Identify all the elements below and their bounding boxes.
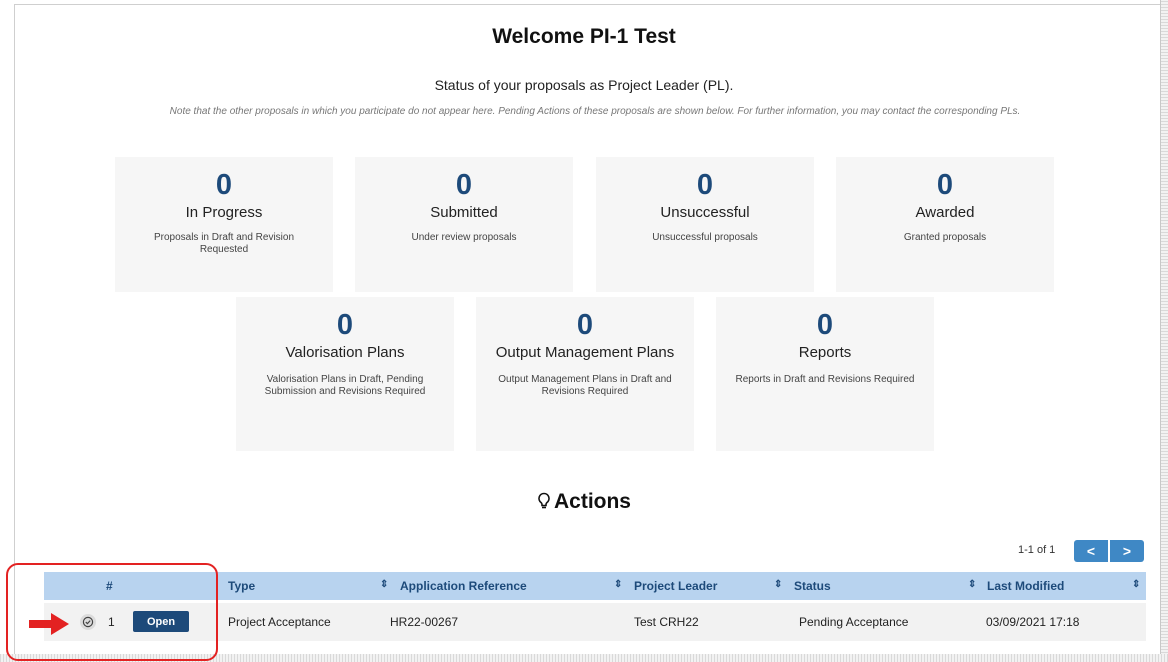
card-label: Submitted [430,204,498,221]
card-label: Unsuccessful [660,204,750,221]
pager-previous-button[interactable]: < [1074,540,1108,562]
row-status: Pending Acceptance [799,615,909,629]
card-unsuccessful[interactable]: 0 Unsuccessful Unsuccessful proposals [596,157,814,292]
arrow-right-icon [29,613,69,635]
card-description: Proposals in Draft and Revision Requeste… [153,232,295,255]
pager-range: 1-1 of 1 [1018,544,1056,556]
card-count: 0 [816,309,834,341]
card-valorisation-plans[interactable]: 0 Valorisation Plans Valorisation Plans … [236,297,454,451]
pager-next-button[interactable]: > [1110,540,1144,562]
column-header-type[interactable]: Type [228,579,255,593]
card-count: 0 [455,169,473,201]
sort-icon[interactable]: ⇕ [614,579,622,590]
card-label: Reports [798,344,852,361]
card-submitted[interactable]: 0 Submitted Under review proposals [355,157,573,292]
card-output-management-plans[interactable]: 0 Output Management Plans Output Managem… [476,297,694,451]
chevron-right-icon: > [1122,543,1132,559]
column-header-last-modified[interactable]: Last Modified [987,579,1064,593]
card-description: Valorisation Plans in Draft, Pending Sub… [264,374,426,397]
card-label: Valorisation Plans [285,344,405,361]
page-title: Welcome PI-1 Test [492,25,676,48]
card-count: 0 [696,169,714,201]
row-last-modified: 03/09/2021 17:18 [986,615,1080,629]
actions-title: Actions [553,490,631,513]
row-project-leader: Test CRH22 [634,615,699,629]
card-awarded[interactable]: 0 Awarded Granted proposals [836,157,1054,292]
card-count: 0 [336,309,354,341]
row-type: Project Acceptance [228,615,331,629]
card-description: Unsuccessful proposals [652,232,758,243]
page-note: Note that the other proposals in which y… [169,106,1021,117]
card-description: Under review proposals [411,232,517,243]
page-subtitle: Status of your proposals as Project Lead… [434,77,734,93]
card-in-progress[interactable]: 0 In Progress Proposals in Draft and Rev… [115,157,333,292]
sort-icon[interactable]: ⇕ [380,579,388,590]
row-application-reference: HR22-00267 [390,615,459,629]
vertical-scrollbar[interactable] [1160,0,1168,662]
card-count: 0 [215,169,233,201]
card-label: Output Management Plans [495,344,675,361]
sort-icon[interactable]: ⇕ [774,579,782,590]
sort-icon[interactable]: ⇕ [1132,579,1140,590]
column-header-status[interactable]: Status [794,579,831,593]
card-description: Output Management Plans in Draft and Rev… [498,374,672,397]
card-count: 0 [936,169,954,201]
card-reports[interactable]: 0 Reports Reports in Draft and Revisions… [716,297,934,451]
column-header-application-reference[interactable]: Application Reference [400,579,527,593]
column-header-project-leader[interactable]: Project Leader [634,579,717,593]
actions-heading: Actions [0,490,1168,514]
chevron-left-icon: < [1086,543,1096,559]
card-label: In Progress [185,204,263,221]
card-label: Awarded [915,204,975,221]
card-description: Reports in Draft and Revisions Required [735,374,915,385]
card-count: 0 [576,309,594,341]
sort-icon[interactable]: ⇕ [968,579,976,590]
card-description: Granted proposals [903,232,987,243]
highlight-annotation [6,563,218,661]
lightbulb-icon [538,492,550,509]
